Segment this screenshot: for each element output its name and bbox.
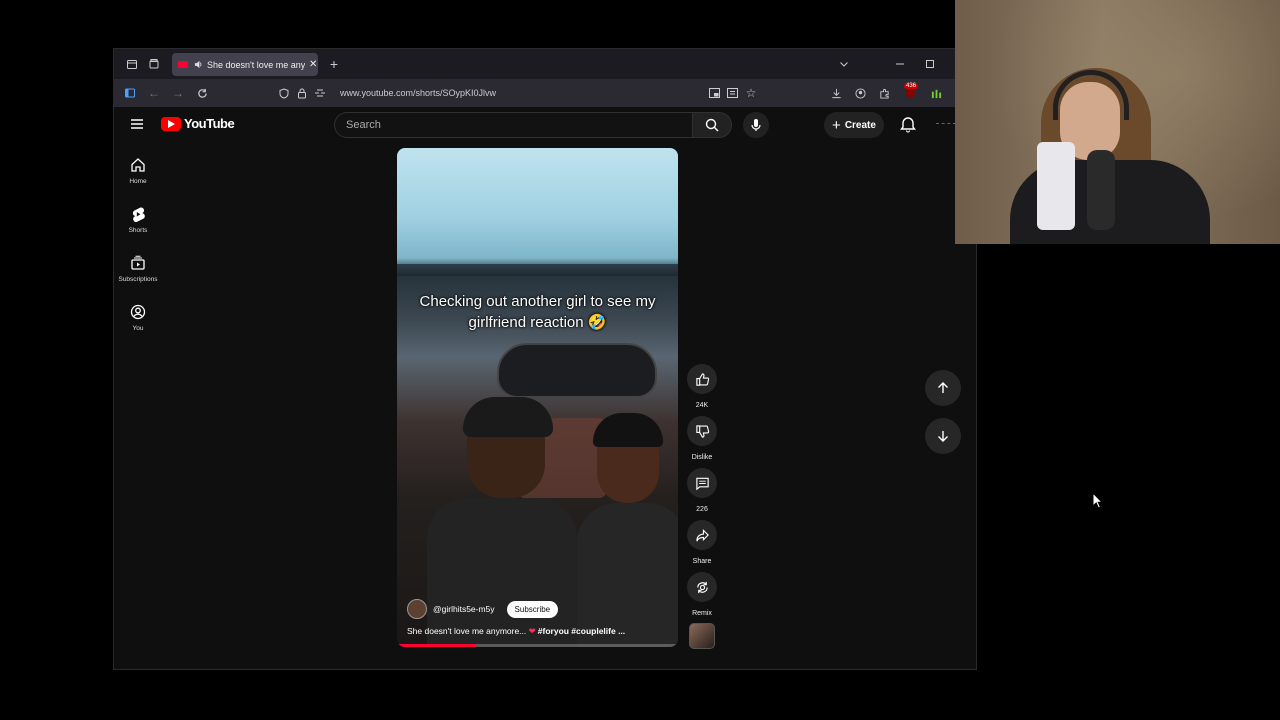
channel-row: @girlhits5e-m5y Subscribe <box>407 599 559 619</box>
video-caption: Checking out another girl to see my girl… <box>419 293 656 331</box>
sidebar-item-shorts[interactable]: Shorts <box>114 206 162 234</box>
search-button[interactable] <box>692 112 732 138</box>
dislike-label: Dislike <box>691 454 713 461</box>
tab-title: She doesn't love me anymo <box>207 59 305 70</box>
shield-icon[interactable] <box>274 83 294 103</box>
new-tab-icon[interactable]: + <box>324 54 344 74</box>
sound-thumbnail[interactable] <box>689 623 715 649</box>
thumbs-up-icon <box>695 372 709 386</box>
video-progress-bar[interactable] <box>397 644 678 647</box>
reader-view-icon[interactable] <box>722 83 742 103</box>
back-icon[interactable]: ← <box>144 83 164 103</box>
sidebar-label: Subscriptions <box>118 276 158 283</box>
youtube-logo[interactable]: YouTube <box>161 116 235 131</box>
url-text: www.youtube.com/shorts/SOypKI0Jlvw <box>340 88 497 98</box>
description-tags: #foryou #couplelife ... <box>537 626 626 636</box>
create-label: Create <box>844 119 876 131</box>
comment-icon <box>695 477 709 490</box>
permissions-icon[interactable] <box>310 83 330 103</box>
logo-text: YouTube <box>184 116 235 131</box>
car-dashboard <box>397 264 678 276</box>
dislike-button[interactable]: Dislike <box>680 416 724 461</box>
webcam-overlay <box>955 0 1280 244</box>
forward-icon[interactable]: → <box>168 83 188 103</box>
comment-count: 226 <box>696 506 708 513</box>
account-icon[interactable] <box>850 83 870 103</box>
active-tab[interactable]: She doesn't love me anymo ✕ <box>172 53 318 76</box>
menu-icon[interactable] <box>129 116 145 132</box>
container-icon[interactable] <box>144 54 164 74</box>
share-label: Share <box>692 558 712 565</box>
thumbs-down-icon <box>695 424 709 438</box>
previous-short-button[interactable] <box>925 370 961 406</box>
sidebar-item-you[interactable]: You <box>114 304 162 332</box>
bookmark-star-icon[interactable]: ☆ <box>741 83 761 103</box>
home-icon <box>131 158 145 172</box>
channel-name[interactable]: @girlhits5e-m5y <box>433 604 495 614</box>
sidebar-label: Shorts <box>128 227 148 234</box>
remix-label: Remix <box>692 610 712 617</box>
microphone <box>1087 150 1115 230</box>
browser-window: She doesn't love me anymo ✕ + ← → <box>113 48 977 670</box>
mouse-cursor-icon <box>1092 492 1104 509</box>
reload-icon[interactable] <box>192 83 212 103</box>
avatar-loading[interactable] <box>936 123 956 125</box>
chevron-down-icon[interactable] <box>834 54 854 74</box>
tab-list-icon[interactable] <box>122 54 142 74</box>
youtube-favicon-icon <box>178 61 188 68</box>
sidebar-toggle-icon[interactable] <box>120 83 140 103</box>
description-text: She doesn't love me anymore... <box>407 626 527 636</box>
sidebar-label: Home <box>129 178 147 185</box>
video-description[interactable]: She doesn't love me anymore... ❤ #foryou … <box>407 626 669 637</box>
short-video-player[interactable]: Checking out another girl to see my girl… <box>397 148 678 647</box>
you-icon <box>130 304 146 320</box>
notifications-bell-icon[interactable] <box>900 115 916 133</box>
maximize-icon[interactable] <box>920 54 940 74</box>
share-icon <box>695 528 709 541</box>
bars-extension-icon[interactable] <box>926 83 946 103</box>
speaker-icon[interactable] <box>194 60 203 69</box>
minimize-icon[interactable] <box>890 54 910 74</box>
close-tab-icon[interactable]: ✕ <box>309 59 317 70</box>
downloads-icon[interactable] <box>826 83 846 103</box>
heart-icon: ❤ <box>528 626 536 636</box>
subscriptions-icon <box>131 255 145 270</box>
microphone-icon <box>751 119 761 131</box>
comments-button[interactable]: 226 <box>680 468 724 513</box>
youtube-play-icon <box>161 116 181 131</box>
cup <box>1037 142 1075 230</box>
lock-icon[interactable] <box>292 83 312 103</box>
rearview-mirror <box>497 343 657 398</box>
navigation-bar: ← → www.youtube.com/shorts/SOypKI0Jlvw ☆ <box>114 79 976 107</box>
youtube-header: YouTube Search + Create <box>114 107 976 143</box>
extensions-icon[interactable] <box>874 83 894 103</box>
extension-badge: 436 <box>904 83 919 89</box>
progress-fill <box>397 644 476 647</box>
search-icon <box>705 118 719 132</box>
create-button[interactable]: + Create <box>824 112 884 138</box>
tab-bar: She doesn't love me anymo ✕ + <box>114 49 976 79</box>
plus-icon: + <box>832 116 841 134</box>
sidebar-label: You <box>132 325 144 332</box>
shorts-icon <box>132 207 145 222</box>
sidebar-item-home[interactable]: Home <box>114 157 162 185</box>
remix-icon <box>696 581 708 593</box>
channel-avatar[interactable] <box>407 599 427 619</box>
voice-search-button[interactable] <box>743 112 769 138</box>
subscribe-button[interactable]: Subscribe <box>506 600 559 618</box>
picture-in-picture-icon[interactable] <box>704 83 724 103</box>
arrow-up-icon <box>938 382 948 393</box>
remix-button[interactable]: Remix <box>680 572 724 617</box>
url-bar[interactable]: www.youtube.com/shorts/SOypKI0Jlvw ☆ <box>274 82 764 104</box>
like-button[interactable]: 24K <box>680 364 724 409</box>
video-person-right <box>577 413 678 647</box>
arrow-down-icon <box>938 431 948 442</box>
share-button[interactable]: Share <box>680 520 724 565</box>
sidebar-item-subscriptions[interactable]: Subscriptions <box>114 255 162 283</box>
like-count: 24K <box>695 402 709 409</box>
search-input[interactable]: Search <box>334 112 692 138</box>
next-short-button[interactable] <box>925 418 961 454</box>
